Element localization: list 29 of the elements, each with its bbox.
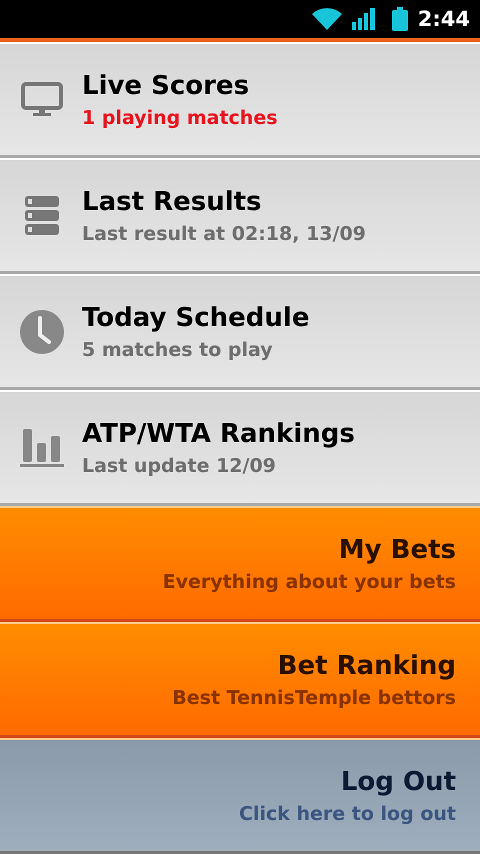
battery-icon (392, 7, 408, 31)
tile-title: My Bets (338, 534, 456, 564)
tile-title: Bet Ranking (278, 650, 456, 680)
tile-subtitle: 1 playing matches (82, 106, 278, 128)
menu-tile[interactable]: Log Out Click here to log out (0, 738, 480, 854)
tile-subtitle: Click here to log out (239, 802, 456, 824)
menu-tile[interactable]: My Bets Everything about your bets (0, 506, 480, 622)
tile-title: Live Scores (82, 70, 250, 100)
server-icon (23, 194, 61, 238)
signal-icon (352, 8, 376, 30)
menu-tile[interactable]: Live Scores 1 playing matches (0, 42, 480, 158)
menu-tile[interactable]: ATP/WTA Rankings Last update 12/09 (0, 390, 480, 506)
tile-subtitle: Everything about your bets (162, 570, 456, 592)
clock-icon (19, 308, 65, 354)
tile-title: Today Schedule (82, 302, 310, 332)
clock-time: 2:44 (418, 7, 470, 31)
tile-title: Last Results (82, 186, 262, 216)
monitor-icon (21, 82, 63, 118)
menu-tile[interactable]: Bet Ranking Best TennisTemple bettors (0, 622, 480, 738)
tile-title: ATP/WTA Rankings (82, 418, 355, 448)
bar-chart-icon (20, 426, 64, 468)
tile-subtitle: Best TennisTemple bettors (172, 686, 456, 708)
tile-subtitle: Last update 12/09 (82, 454, 276, 476)
tile-title: Log Out (340, 766, 456, 796)
wifi-icon (312, 8, 342, 30)
menu-tile[interactable]: Today Schedule 5 matches to play (0, 274, 480, 390)
tile-subtitle: Last result at 02:18, 13/09 (82, 222, 366, 244)
tile-subtitle: 5 matches to play (82, 338, 273, 360)
menu-tile[interactable]: Last Results Last result at 02:18, 13/09 (0, 158, 480, 274)
